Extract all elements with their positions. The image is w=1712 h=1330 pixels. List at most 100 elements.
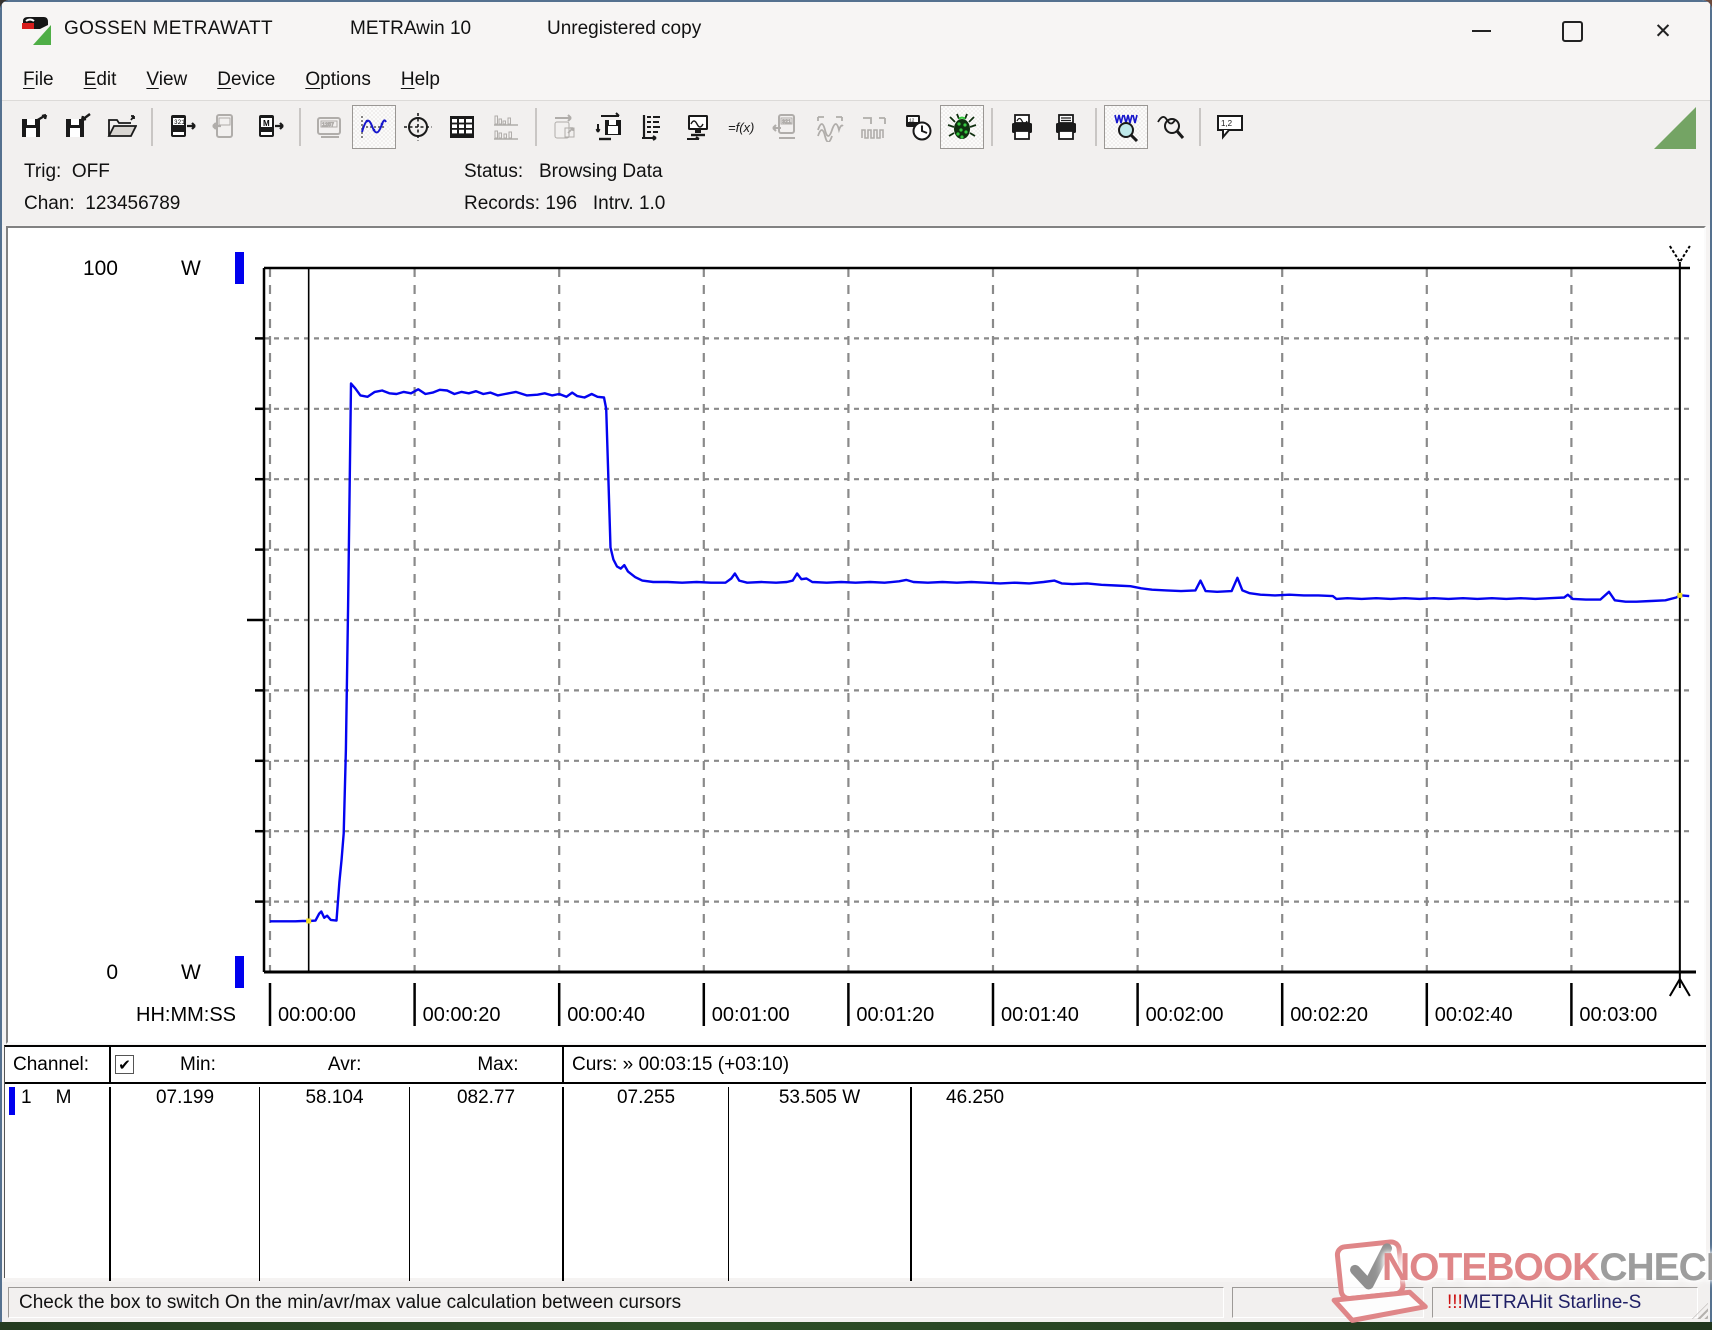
menu-view[interactable]: View	[131, 65, 202, 95]
cursor-a-value: 07.255	[562, 1087, 728, 1281]
formula-fx-icon: =f(x)	[727, 112, 757, 142]
numeric-display-button[interactable]: 1257	[308, 105, 352, 149]
save-export-button[interactable]	[12, 105, 56, 149]
waveform-chart-button[interactable]	[352, 105, 396, 149]
data-table-icon	[447, 112, 477, 142]
svg-text:00:02:20: 00:02:20	[1290, 1004, 1368, 1026]
info-bar: Trig: OFF Chan: 123456789 Status: Browsi…	[2, 153, 1710, 225]
avr-header: Avr:	[328, 1054, 361, 1076]
menu-file[interactable]: File	[8, 65, 69, 95]
svg-text:00:01:00: 00:01:00	[712, 1004, 790, 1026]
svg-text:1257: 1257	[322, 122, 334, 128]
acquisition-status: Status: Browsing Data	[464, 161, 663, 183]
open-folder-icon	[107, 112, 137, 142]
channel-cell[interactable]: 1 M	[5, 1087, 109, 1281]
svg-text:100: 100	[83, 257, 118, 280]
svg-text:00:00:40: 00:00:40	[567, 1004, 645, 1026]
print-graph-icon	[1007, 112, 1037, 142]
timer-clock-button[interactable]: 12	[896, 105, 940, 149]
zoom-free-icon	[1155, 112, 1185, 142]
svg-text:M: M	[263, 119, 270, 128]
toolbar-separator	[151, 108, 153, 146]
waveform-chart-icon	[359, 112, 389, 142]
numeric-display-icon: 1257	[315, 112, 345, 142]
channel-list-button[interactable]	[632, 105, 676, 149]
min-value: 07.199	[109, 1087, 259, 1281]
print-button[interactable]	[1044, 105, 1088, 149]
menu-edit[interactable]: Edit	[69, 65, 132, 95]
svg-text:1,2: 1,2	[1221, 119, 1233, 128]
channel-header: Channel:	[5, 1047, 109, 1082]
save-export-icon	[19, 112, 49, 142]
svg-text:=f(x): =f(x)	[728, 120, 754, 135]
open-folder-button[interactable]	[100, 105, 144, 149]
svg-text:00:00:00: 00:00:00	[278, 1004, 356, 1026]
chart-panel[interactable]: 100W0WHH:MM:SS00:00:0000:00:2000:00:4000…	[6, 226, 1706, 1044]
menu-device[interactable]: Device	[202, 65, 290, 95]
toolbar-corner-triangle	[1654, 107, 1696, 149]
transfer-settings-icon	[551, 112, 581, 142]
svg-text:00:03:00: 00:03:00	[1579, 1004, 1657, 1026]
menu-help[interactable]: Help	[386, 65, 455, 95]
maximize-button[interactable]	[1540, 10, 1604, 52]
svg-text:321: 321	[782, 119, 791, 125]
device-memory-icon: M	[255, 112, 285, 142]
max-value: 082.77	[409, 1087, 562, 1281]
channel-status: Chan: 123456789	[24, 193, 180, 215]
zoom-free-button[interactable]	[1148, 105, 1192, 149]
device-write-icon	[211, 112, 241, 142]
max-header: Max:	[477, 1054, 518, 1076]
close-button[interactable]: ✕	[1631, 10, 1695, 52]
annotation-button[interactable]: 1,2	[1208, 105, 1252, 149]
minmax-checkbox[interactable]: ✔	[115, 1055, 134, 1074]
histogram-button[interactable]	[484, 105, 528, 149]
svg-text:00:01:20: 00:01:20	[856, 1004, 934, 1026]
avr-value: 58.104	[259, 1087, 409, 1281]
device-memory-button[interactable]: M	[248, 105, 292, 149]
device-read-icon: 321	[167, 112, 197, 142]
debug-bug-icon	[947, 112, 977, 142]
chart-canvas[interactable]: 100W0WHH:MM:SS00:00:0000:00:2000:00:4000…	[6, 226, 1706, 1044]
menu-options[interactable]: Options	[290, 65, 385, 95]
license-note: Unregistered copy	[547, 18, 701, 40]
device-offline-button[interactable]: 321	[764, 105, 808, 149]
device-write-button[interactable]	[204, 105, 248, 149]
pulse-trigger-button[interactable]	[852, 105, 896, 149]
toolbar-separator	[535, 108, 537, 146]
app-window: GOSSEN METRAWATT METRAwin 10 Unregistere…	[0, 0, 1712, 1322]
title-bar: GOSSEN METRAWATT METRAwin 10 Unregistere…	[2, 2, 1710, 59]
data-table-button[interactable]	[440, 105, 484, 149]
device-offline-icon: 321	[771, 112, 801, 142]
svg-text:00:02:00: 00:02:00	[1146, 1004, 1224, 1026]
annotation-icon: 1,2	[1215, 112, 1245, 142]
notebookcheck-watermark: NOTEBOOKCHECK	[1318, 1238, 1712, 1324]
device-read-button[interactable]: 321	[160, 105, 204, 149]
toolbar-separator	[1095, 108, 1097, 146]
toolbar-separator	[991, 108, 993, 146]
analog-trigger-icon	[815, 112, 845, 142]
svg-text:00:02:40: 00:02:40	[1435, 1004, 1513, 1026]
debug-bug-button[interactable]	[940, 105, 984, 149]
toolbar: 321 M 1257 =f(x) 321 12 1,2	[2, 100, 1710, 154]
online-monitor-button[interactable]	[676, 105, 720, 149]
xy-view-button[interactable]	[396, 105, 440, 149]
online-monitor-icon	[683, 112, 713, 142]
transfer-settings-button[interactable]	[544, 105, 588, 149]
app-logo-icon	[20, 15, 52, 47]
analog-trigger-button[interactable]	[808, 105, 852, 149]
store-device-button[interactable]	[588, 105, 632, 149]
xy-view-icon	[403, 112, 433, 142]
save-import-icon	[63, 112, 93, 142]
channel-list-icon	[639, 112, 669, 142]
minimize-button[interactable]	[1449, 10, 1513, 52]
app-title: METRAwin 10	[350, 18, 471, 40]
save-import-button[interactable]	[56, 105, 100, 149]
records-status: Records: 196 Intrv. 1.0	[464, 193, 665, 215]
cursor-b-value: 53.505 W	[728, 1087, 910, 1281]
menu-bar: FileEditViewDeviceOptionsHelp	[2, 59, 1710, 100]
svg-text:0: 0	[106, 961, 118, 984]
print-icon	[1051, 112, 1081, 142]
formula-fx-button[interactable]: =f(x)	[720, 105, 764, 149]
print-graph-button[interactable]	[1000, 105, 1044, 149]
zoom-time-button[interactable]	[1104, 105, 1148, 149]
